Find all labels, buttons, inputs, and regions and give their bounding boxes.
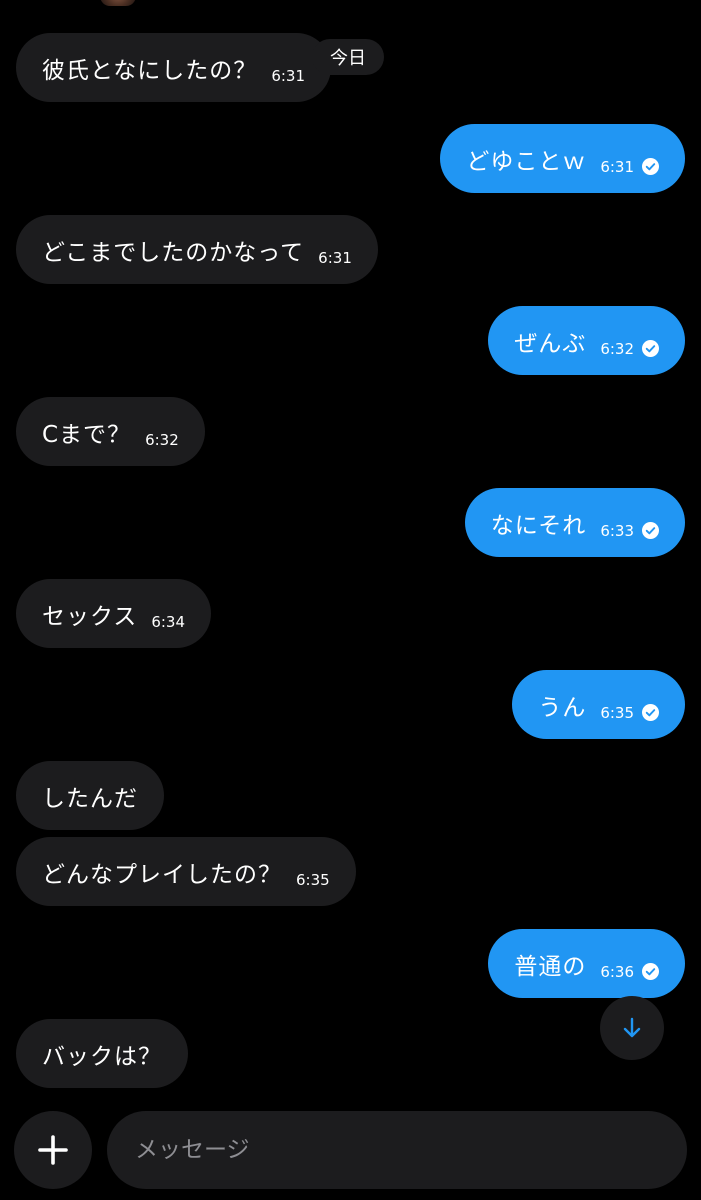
- message-input[interactable]: [107, 1111, 687, 1189]
- message-text: バックは？: [42, 1043, 162, 1070]
- add-attachment-button[interactable]: [14, 1111, 92, 1189]
- message-bubble-incoming[interactable]: 彼氏となにしたの？ 6:31: [16, 33, 331, 102]
- message-time: 6:34: [151, 612, 185, 631]
- message-bubble-incoming[interactable]: したんだ: [16, 761, 164, 830]
- message-text: どこまでしたのかなって: [42, 239, 305, 266]
- read-check-icon: [642, 340, 659, 357]
- message-time: 6:31: [318, 248, 352, 267]
- message-time: 6:35: [600, 703, 634, 722]
- message-text: セックス: [42, 603, 138, 630]
- message-time: 6:31: [271, 66, 305, 85]
- message-bubble-incoming[interactable]: Cまで？ 6:32: [16, 397, 205, 466]
- message-text: どんなプレイしたの？: [42, 861, 282, 888]
- scroll-to-bottom-button[interactable]: [600, 996, 664, 1060]
- message-time: 6:32: [145, 430, 179, 449]
- read-check-icon: [642, 522, 659, 539]
- chat-screen: 彼氏となにしたの？ 6:31 今日 どゆことｗ 6:31 どこまでしたのかなって…: [0, 0, 701, 1200]
- plus-icon: [38, 1135, 68, 1165]
- message-text: ぜんぶ: [514, 330, 587, 357]
- message-text: 彼氏となにしたの？: [42, 57, 258, 84]
- message-text: したんだ: [42, 785, 138, 812]
- message-bubble-outgoing[interactable]: ぜんぶ 6:32: [488, 306, 685, 375]
- message-bubble-outgoing[interactable]: うん 6:35: [512, 670, 685, 739]
- read-check-icon: [642, 158, 659, 175]
- message-bubble-outgoing[interactable]: どゆことｗ 6:31: [440, 124, 685, 193]
- message-text: どゆことｗ: [466, 148, 587, 175]
- message-text: なにそれ: [490, 512, 587, 539]
- message-bubble-incoming[interactable]: どんなプレイしたの？ 6:35: [16, 837, 356, 906]
- message-bubble-outgoing[interactable]: なにそれ 6:33: [464, 488, 685, 557]
- message-time: 6:31: [600, 157, 634, 176]
- message-bubble-incoming[interactable]: セックス 6:34: [16, 579, 211, 648]
- read-check-icon: [642, 704, 659, 721]
- message-text: Cまで？: [42, 421, 132, 448]
- message-bubble-outgoing[interactable]: 普通の 6:36: [488, 929, 685, 998]
- message-time: 6:32: [600, 339, 634, 358]
- avatar[interactable]: [100, 0, 136, 6]
- date-separator-chip: 今日: [312, 39, 384, 75]
- arrow-down-icon: [623, 1017, 641, 1038]
- message-bubble-incoming[interactable]: どこまでしたのかなって 6:31: [16, 215, 378, 284]
- message-bubble-incoming[interactable]: バックは？: [16, 1019, 188, 1088]
- message-time: 6:33: [600, 521, 634, 540]
- message-time: 6:36: [600, 962, 634, 981]
- message-text: うん: [538, 694, 587, 721]
- message-text: 普通の: [514, 953, 587, 980]
- message-time: 6:35: [296, 870, 330, 889]
- read-check-icon: [642, 963, 659, 980]
